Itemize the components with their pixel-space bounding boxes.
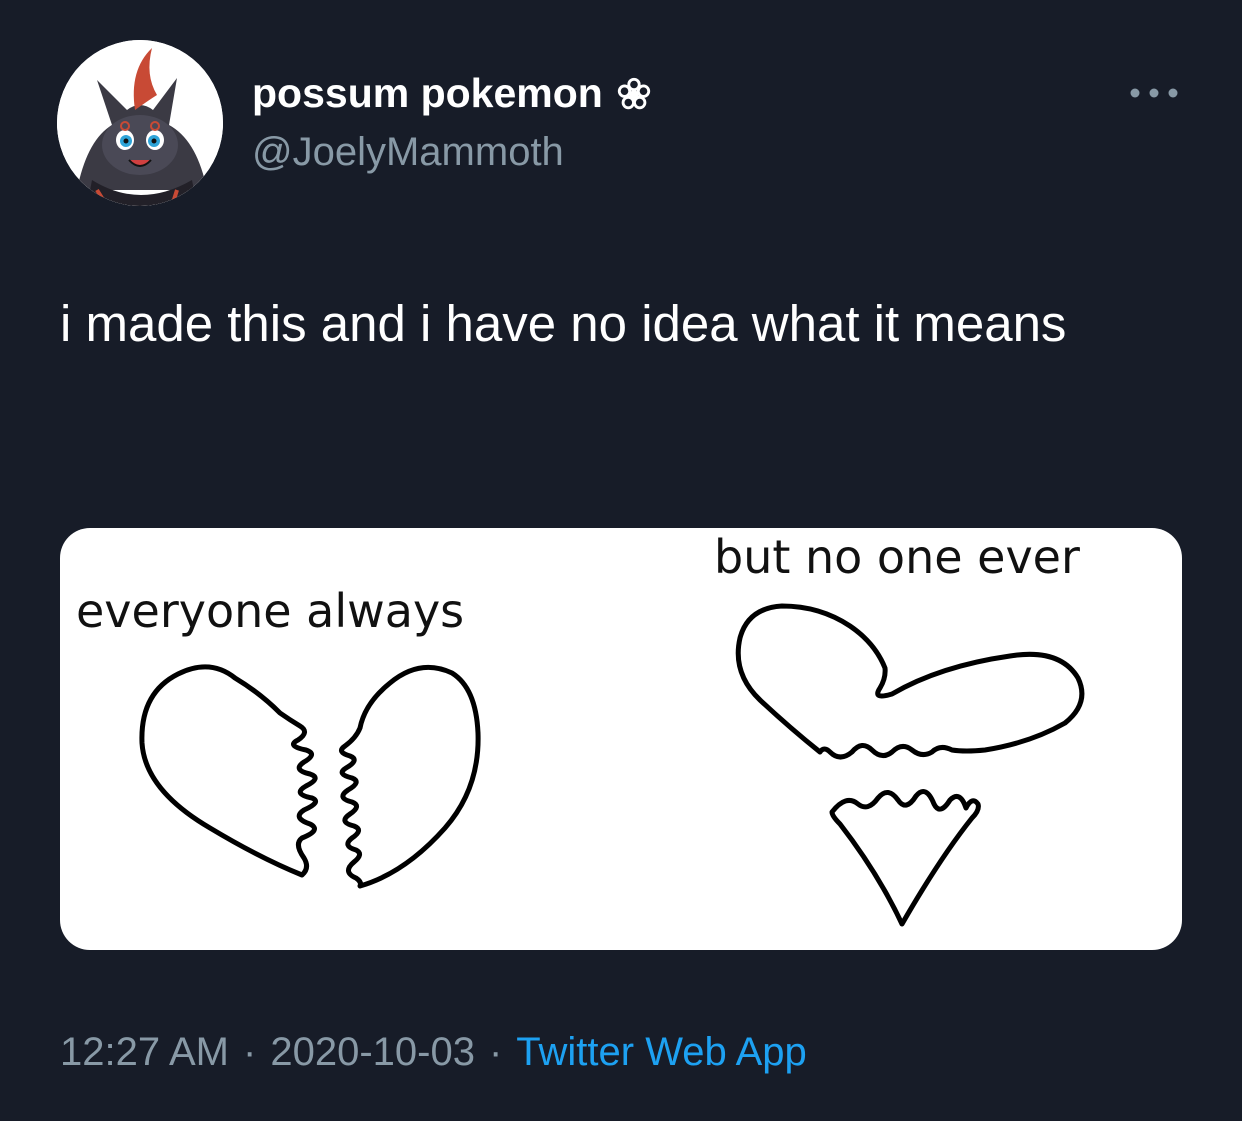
flower-icon (617, 77, 650, 109)
more-dots-icon (1130, 88, 1178, 98)
tweet-time[interactable]: 12:27 AM (60, 1030, 229, 1075)
footer-separator: · (488, 1030, 503, 1074)
tweet-card: possum pokemon @JoelyMammoth i made this… (0, 0, 1242, 1121)
user-handle[interactable]: @JoelyMammoth (252, 130, 564, 175)
broken-heart-left-half (139, 664, 318, 878)
heart-bottom-shard (829, 789, 981, 927)
display-name[interactable]: possum pokemon (252, 70, 603, 117)
tweet-media-image[interactable]: everyone always but no one ever (60, 528, 1182, 950)
tweet-source-link[interactable]: Twitter Web App (516, 1030, 807, 1075)
author-row: possum pokemon (252, 70, 653, 117)
broken-heart-right-half (339, 664, 481, 889)
tweet-text: i made this and i have no idea what it m… (60, 295, 1067, 352)
tweet-date[interactable]: 2020-10-03 (270, 1030, 475, 1075)
heart-top-shard (735, 603, 1085, 760)
heart-drawings (139, 603, 1085, 927)
avatar[interactable] (57, 40, 223, 206)
tweet-footer: 12:27 AM · 2020-10-03 · Twitter Web App (60, 1030, 807, 1075)
more-options-button[interactable] (1124, 78, 1184, 108)
footer-separator: · (243, 1030, 257, 1074)
pokemon-avatar-icon (57, 40, 223, 206)
